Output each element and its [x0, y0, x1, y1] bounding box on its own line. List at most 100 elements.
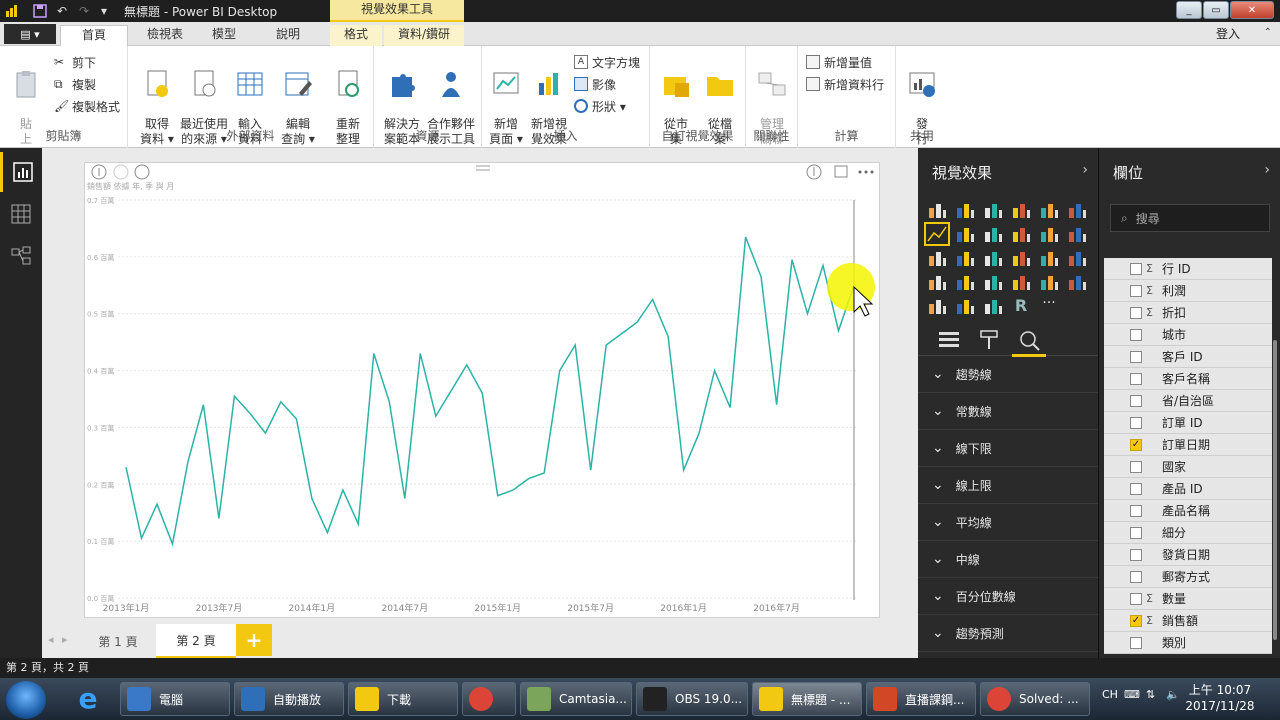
field-item[interactable]: ✓ Σ 銷售額: [1104, 610, 1272, 632]
field-item[interactable]: 產品 ID: [1104, 478, 1272, 500]
field-item[interactable]: 國家: [1104, 456, 1272, 478]
field-item[interactable]: 郵寄方式: [1104, 566, 1272, 588]
clock[interactable]: 上午 10:07 2017/11/28: [1184, 682, 1256, 714]
viz-line-clustered-icon[interactable]: [1038, 224, 1060, 244]
field-checkbox[interactable]: [1130, 548, 1142, 561]
field-checkbox[interactable]: ✓: [1130, 614, 1142, 627]
analytics-item[interactable]: ⌄ 趨勢線: [918, 356, 1098, 393]
analytics-item[interactable]: ⌄ 線下限: [918, 430, 1098, 467]
field-item[interactable]: Σ 數量: [1104, 588, 1272, 610]
more-options-icon[interactable]: [858, 170, 874, 174]
taskbar-chrome-solved[interactable]: Solved: ...: [980, 682, 1090, 716]
analytics-item[interactable]: ⌄ 趨勢預測: [918, 615, 1098, 652]
viz-ribbon-icon[interactable]: [1066, 224, 1088, 244]
field-checkbox[interactable]: [1130, 350, 1142, 363]
field-item[interactable]: 細分: [1104, 522, 1272, 544]
taskbar-camtasia[interactable]: Camtasia...: [520, 682, 632, 716]
paint-roller-icon[interactable]: [978, 329, 1000, 351]
field-item[interactable]: 發貨日期: [1104, 544, 1272, 566]
analytics-item[interactable]: ⌄ 線上限: [918, 467, 1098, 504]
viz-stacked-bar-icon[interactable]: [926, 200, 948, 220]
collapse-visualizations-icon[interactable]: ›: [1082, 162, 1088, 178]
viz-gauge-icon[interactable]: [982, 272, 1004, 292]
start-button[interactable]: [6, 681, 46, 719]
field-checkbox[interactable]: [1130, 416, 1142, 429]
viz-clustered-column-icon[interactable]: [1010, 200, 1032, 220]
drill-mode-icon[interactable]: [806, 164, 822, 180]
field-item[interactable]: 城市: [1104, 324, 1272, 346]
taskbar-chrome[interactable]: [462, 682, 516, 716]
field-item[interactable]: ✓ 訂單日期: [1104, 434, 1272, 456]
field-item[interactable]: Σ 折扣: [1104, 302, 1272, 324]
page-tab-2[interactable]: 第 2 頁: [156, 624, 236, 658]
field-checkbox[interactable]: [1130, 504, 1142, 517]
ie-icon[interactable]: e: [70, 683, 106, 715]
analytics-item[interactable]: ⌄ 百分位數線: [918, 578, 1098, 615]
field-checkbox[interactable]: [1130, 482, 1142, 495]
viz-scatter-icon[interactable]: [954, 248, 976, 268]
keyboard-icon[interactable]: ⌨: [1124, 688, 1140, 701]
viz-100-column-icon[interactable]: [1066, 200, 1088, 220]
field-checkbox[interactable]: [1130, 526, 1142, 539]
analytics-item[interactable]: ⌄ 中線: [918, 541, 1098, 578]
viz-stacked-area-icon[interactable]: [982, 224, 1004, 244]
field-item[interactable]: 客戶名稱: [1104, 368, 1272, 390]
taskbar-obs[interactable]: OBS 19.0...: [636, 682, 748, 716]
drag-handle-icon[interactable]: [476, 165, 490, 171]
viz-line-column-icon[interactable]: [1010, 224, 1032, 244]
taskbar-autoplay[interactable]: 自動播放: [234, 682, 344, 716]
viz-filled-map-icon[interactable]: [926, 272, 948, 292]
input-language[interactable]: CH: [1102, 688, 1118, 701]
collapse-fields-icon[interactable]: ›: [1264, 162, 1270, 178]
taskbar-computer[interactable]: 電腦: [120, 682, 230, 716]
volume-icon[interactable]: 🔈: [1166, 688, 1180, 701]
series-line[interactable]: [125, 236, 855, 547]
field-checkbox[interactable]: [1130, 372, 1142, 385]
field-checkbox[interactable]: [1130, 592, 1142, 605]
analytics-item[interactable]: ⌄ 平均線: [918, 504, 1098, 541]
viz-clustered-bar-icon[interactable]: [982, 200, 1004, 220]
field-item[interactable]: 省/自治區: [1104, 390, 1272, 412]
viz-slicer-icon[interactable]: [926, 296, 948, 316]
fields-search-input[interactable]: ⌕ 搜尋: [1110, 204, 1270, 232]
page-nav-next-icon[interactable]: ▸: [62, 633, 68, 646]
viz-stacked-column-icon[interactable]: [954, 200, 976, 220]
viz-pie-icon[interactable]: [982, 248, 1004, 268]
taskbar-downloads[interactable]: 下載: [348, 682, 458, 716]
field-item[interactable]: 訂單 ID: [1104, 412, 1272, 434]
taskbar-powerbi[interactable]: 無標題 - ...: [752, 682, 862, 716]
viz-matrix-icon[interactable]: [982, 296, 1004, 316]
field-checkbox[interactable]: [1130, 636, 1142, 649]
page-tab-1[interactable]: 第 1 頁: [80, 624, 156, 658]
field-checkbox[interactable]: [1130, 570, 1142, 583]
field-item[interactable]: 客戶 ID: [1104, 346, 1272, 368]
field-checkbox[interactable]: [1130, 394, 1142, 407]
analytics-item[interactable]: ⌄ 常數線: [918, 393, 1098, 430]
page-nav-prev-icon[interactable]: ◂: [48, 633, 54, 646]
focus-mode-icon[interactable]: [834, 165, 848, 178]
viz-area-icon[interactable]: [954, 224, 976, 244]
viz-card-icon[interactable]: [1010, 272, 1032, 292]
viz-more-icon[interactable]: ···: [1038, 296, 1060, 316]
viz-treemap-icon[interactable]: [1038, 248, 1060, 268]
field-checkbox[interactable]: [1130, 460, 1142, 473]
viz-waterfall-icon[interactable]: [926, 248, 948, 268]
viz-multirow-card-icon[interactable]: [1038, 272, 1060, 292]
field-item[interactable]: Σ 行 ID: [1104, 258, 1272, 280]
analytics-magnifier-icon[interactable]: [1018, 329, 1040, 351]
viz-r-visual-icon[interactable]: R: [1010, 296, 1032, 316]
field-checkbox[interactable]: ✓: [1130, 438, 1142, 451]
field-item[interactable]: Σ 利潤: [1104, 280, 1272, 302]
field-checkbox[interactable]: [1130, 328, 1142, 341]
viz-100-bar-icon[interactable]: [1038, 200, 1060, 220]
field-item[interactable]: 產品名稱: [1104, 500, 1272, 522]
add-page-button[interactable]: +: [236, 624, 272, 656]
drill-up-icon[interactable]: [91, 164, 107, 180]
network-icon[interactable]: ⇅: [1146, 688, 1155, 701]
viz-donut-icon[interactable]: [1010, 248, 1032, 268]
expand-hierarchy-icon[interactable]: [134, 164, 150, 180]
fields-scrollbar-thumb[interactable]: [1273, 340, 1277, 640]
viz-map-icon[interactable]: [1066, 248, 1088, 268]
fields-wells-icon[interactable]: [938, 329, 960, 351]
taskbar-powerpoint[interactable]: 直播課鋼...: [866, 682, 976, 716]
